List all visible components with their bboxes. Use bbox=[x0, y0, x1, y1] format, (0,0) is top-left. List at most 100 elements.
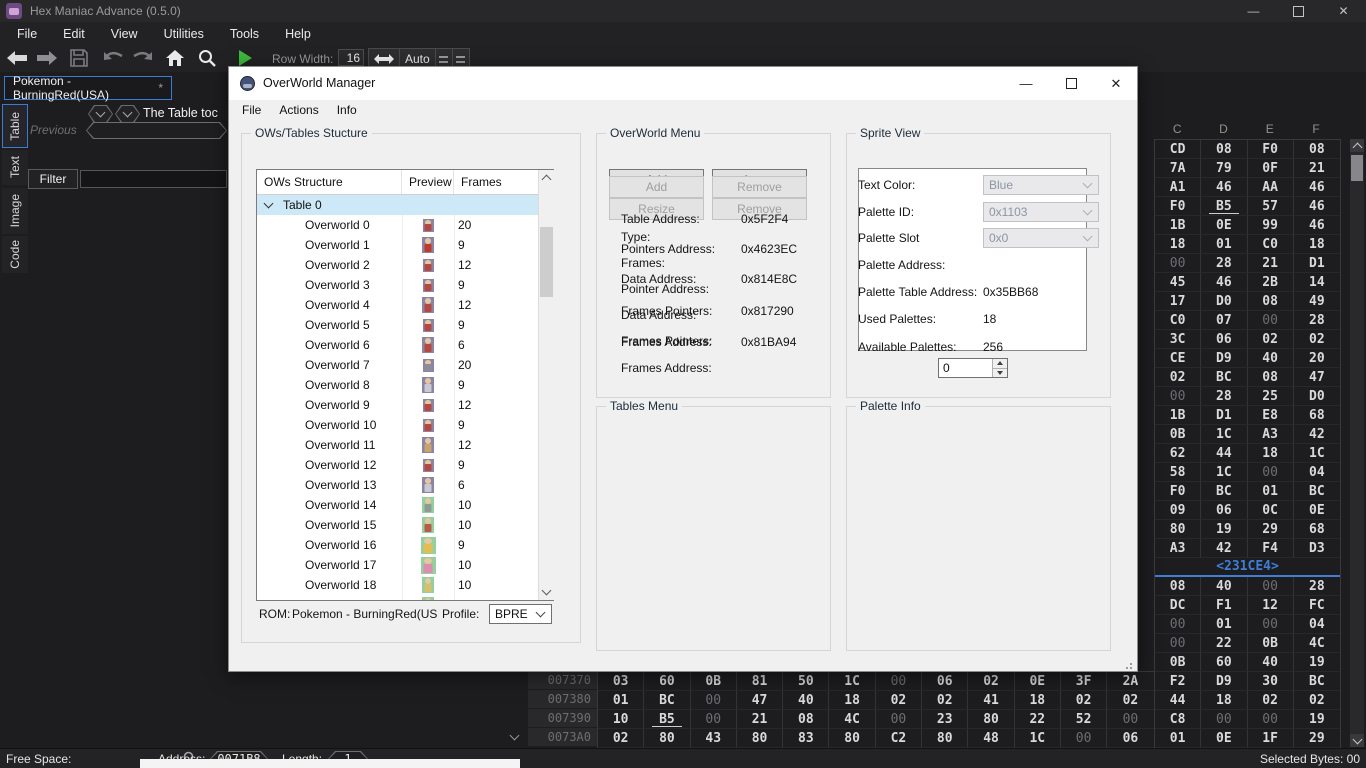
hex-byte[interactable]: 00 bbox=[1107, 710, 1153, 729]
hex-byte[interactable]: 7A bbox=[1155, 159, 1201, 178]
hex-byte[interactable]: F0 bbox=[1248, 140, 1294, 159]
hex-byte[interactable]: 0B bbox=[1248, 634, 1294, 653]
save-button[interactable] bbox=[66, 47, 92, 69]
undo-button[interactable] bbox=[100, 47, 126, 69]
hex-byte[interactable]: 21 bbox=[737, 710, 783, 729]
hex-byte[interactable]: D1 bbox=[1294, 254, 1340, 273]
hex-byte[interactable]: 29 bbox=[1248, 520, 1294, 539]
hex-byte[interactable]: 01 bbox=[1201, 235, 1247, 254]
hex-scrollbar[interactable] bbox=[1350, 139, 1364, 747]
hex-byte[interactable]: 0F bbox=[1248, 159, 1294, 178]
hex-byte[interactable]: BC bbox=[1294, 482, 1340, 501]
hex-byte[interactable]: 81 bbox=[737, 672, 783, 691]
dialog-menu-file[interactable]: File bbox=[233, 103, 270, 117]
table-row[interactable]: Overworld 39 bbox=[257, 275, 538, 295]
hex-byte[interactable]: 80 bbox=[1155, 520, 1201, 539]
hex-byte[interactable]: 08 bbox=[1294, 140, 1340, 159]
hex-byte[interactable]: 99 bbox=[1248, 216, 1294, 235]
hex-byte[interactable]: 17 bbox=[1155, 292, 1201, 311]
hex-byte[interactable]: 09 bbox=[1155, 501, 1201, 520]
hex-byte[interactable]: A1 bbox=[1155, 178, 1201, 197]
hex-byte[interactable]: 45 bbox=[1155, 273, 1201, 292]
menu-tools[interactable]: Tools bbox=[217, 27, 272, 41]
hex-byte[interactable]: A3 bbox=[1155, 539, 1201, 558]
hex-byte[interactable]: BC bbox=[1294, 672, 1340, 691]
sidebar-tab-code[interactable]: Code bbox=[2, 236, 28, 273]
sidebar-tab-table[interactable]: Table bbox=[2, 104, 28, 148]
hex-byte[interactable]: F0 bbox=[1155, 197, 1201, 216]
hex-byte[interactable]: C0 bbox=[1155, 311, 1201, 330]
hex-byte[interactable]: 00 bbox=[1155, 387, 1201, 406]
hex-byte[interactable]: 1C bbox=[829, 672, 875, 691]
hex-byte[interactable]: 00 bbox=[876, 672, 922, 691]
tab-pokemon-burningred[interactable]: Pokemon - BurningRed(USA) * bbox=[4, 76, 172, 100]
dialog-menu-actions[interactable]: Actions bbox=[270, 103, 327, 117]
hex-byte[interactable]: 68 bbox=[1294, 520, 1340, 539]
hex-byte[interactable]: 23 bbox=[922, 710, 968, 729]
hex-byte[interactable]: 00 bbox=[691, 710, 737, 729]
hex-byte[interactable]: 80 bbox=[968, 710, 1014, 729]
table-row[interactable]: Overworld 109 bbox=[257, 415, 538, 435]
hex-byte[interactable]: 80 bbox=[737, 729, 783, 748]
table-row[interactable]: Overworld 1510 bbox=[257, 515, 538, 535]
hex-byte[interactable]: 2B bbox=[1248, 273, 1294, 292]
table-row[interactable]: Overworld 1410 bbox=[257, 495, 538, 515]
hex-byte[interactable]: 08 bbox=[1201, 140, 1247, 159]
hex-byte[interactable]: 30 bbox=[1248, 672, 1294, 691]
hex-byte[interactable]: 42 bbox=[1294, 425, 1340, 444]
hex-byte[interactable]: 3C bbox=[1155, 330, 1201, 349]
hex-byte[interactable]: C0 bbox=[1248, 235, 1294, 254]
menu-file[interactable]: File bbox=[4, 27, 50, 41]
hex-byte[interactable]: D1 bbox=[1201, 406, 1247, 425]
hex-byte[interactable]: 62 bbox=[1155, 444, 1201, 463]
table-row[interactable]: Overworld 19 bbox=[257, 235, 538, 255]
nav-dropdown-button-2[interactable] bbox=[115, 105, 140, 123]
hex-byte[interactable]: 44 bbox=[1201, 444, 1247, 463]
tab-dirty-indicator[interactable]: * bbox=[158, 81, 171, 95]
hex-byte[interactable]: 03 bbox=[598, 672, 644, 691]
hex-byte[interactable]: 28 bbox=[1294, 311, 1340, 330]
table-scrollbar-thumb[interactable] bbox=[540, 227, 553, 297]
hex-byte[interactable]: 0E bbox=[1015, 672, 1061, 691]
hex-byte[interactable]: 43 bbox=[691, 729, 737, 748]
hex-byte[interactable]: 41 bbox=[968, 691, 1014, 710]
table-row[interactable]: Overworld 59 bbox=[257, 315, 538, 335]
hex-byte[interactable]: 08 bbox=[1248, 292, 1294, 311]
table-row[interactable]: Overworld 212 bbox=[257, 255, 538, 275]
hex-byte[interactable]: 08 bbox=[1155, 577, 1201, 596]
hex-byte[interactable]: 60 bbox=[644, 672, 690, 691]
hex-byte[interactable]: 18 bbox=[829, 691, 875, 710]
hex-byte[interactable]: 00 bbox=[1248, 463, 1294, 482]
hex-byte[interactable]: 00 bbox=[1248, 577, 1294, 596]
hex-byte[interactable]: 02 bbox=[968, 672, 1014, 691]
hex-byte[interactable]: 44 bbox=[1155, 691, 1201, 710]
hex-byte[interactable]: 02 bbox=[598, 729, 644, 748]
hex-byte[interactable]: 07 bbox=[1201, 311, 1247, 330]
back-button[interactable] bbox=[4, 47, 30, 69]
hex-byte[interactable]: 83 bbox=[783, 729, 829, 748]
hex-byte[interactable]: 02 bbox=[922, 691, 968, 710]
profile-dropdown[interactable]: BPRE bbox=[489, 604, 552, 624]
hex-byte[interactable]: 00 bbox=[1155, 254, 1201, 273]
hex-byte[interactable]: 47 bbox=[1294, 368, 1340, 387]
table-scroll-up-icon[interactable] bbox=[539, 170, 554, 186]
hex-byte[interactable]: 49 bbox=[1294, 292, 1340, 311]
hex-byte[interactable]: 18 bbox=[1155, 235, 1201, 254]
hex-byte[interactable]: 28 bbox=[1201, 254, 1247, 273]
hex-byte[interactable]: 0B bbox=[1155, 653, 1201, 672]
table-row[interactable]: Overworld 720 bbox=[257, 355, 538, 375]
hex-byte[interactable]: 06 bbox=[922, 672, 968, 691]
hex-byte[interactable]: 01 bbox=[1248, 482, 1294, 501]
hex-byte[interactable]: 79 bbox=[1201, 159, 1247, 178]
hex-byte[interactable]: 19 bbox=[1294, 653, 1340, 672]
scroll-up-icon[interactable] bbox=[1350, 139, 1364, 152]
hex-byte[interactable]: 40 bbox=[1248, 653, 1294, 672]
home-button[interactable] bbox=[162, 47, 188, 69]
dialog-menu-info[interactable]: Info bbox=[328, 103, 366, 117]
hex-byte[interactable]: 0E bbox=[1201, 216, 1247, 235]
hex-byte[interactable]: 08 bbox=[1248, 368, 1294, 387]
hex-byte[interactable]: B5 bbox=[644, 710, 690, 729]
hex-byte[interactable]: 0B bbox=[691, 672, 737, 691]
hex-byte[interactable]: 04 bbox=[1294, 615, 1340, 634]
close-button[interactable]: ✕ bbox=[1321, 0, 1366, 22]
